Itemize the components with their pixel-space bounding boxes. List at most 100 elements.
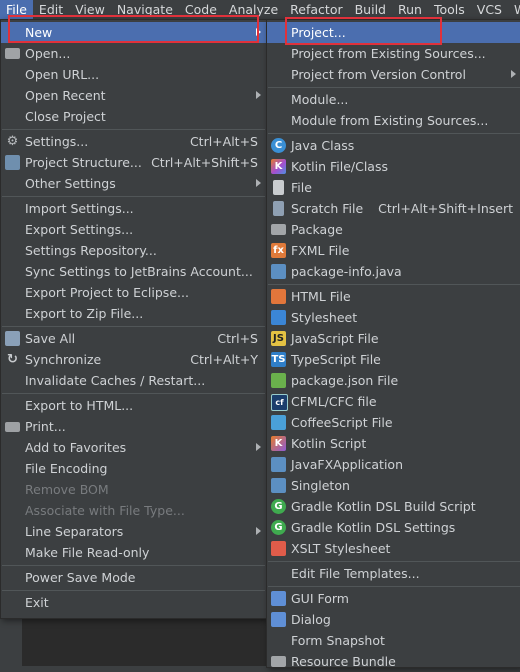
settings-repository-menu-item[interactable]: Settings Repository... bbox=[1, 240, 266, 261]
separator bbox=[2, 565, 265, 566]
dialog-label: Dialog bbox=[291, 612, 331, 627]
project-existing-menu-item[interactable]: Project from Existing Sources... bbox=[267, 43, 520, 64]
form-snapshot-label: Form Snapshot bbox=[291, 633, 385, 648]
gui-form-label: GUI Form bbox=[291, 591, 349, 606]
project-structure-menu-item[interactable]: Project Structure... Ctrl+Alt+Shift+S bbox=[1, 152, 266, 173]
open-menu-item[interactable]: Open... bbox=[1, 43, 266, 64]
separator bbox=[268, 284, 520, 285]
gui-form-menu-item[interactable]: GUI Form bbox=[267, 588, 520, 609]
remove-bom-menu-item[interactable]: Remove BOM bbox=[1, 479, 266, 500]
gradle-build-script-menu-item[interactable]: G Gradle Kotlin DSL Build Script bbox=[267, 496, 520, 517]
menu-edit[interactable]: Edit bbox=[33, 0, 69, 20]
edit-file-templates-menu-item[interactable]: Edit File Templates... bbox=[267, 563, 520, 584]
package-json-menu-item[interactable]: package.json File bbox=[267, 370, 520, 391]
settings-menu-item[interactable]: ⚙ Settings... Ctrl+Alt+S bbox=[1, 131, 266, 152]
package-menu-item[interactable]: Package bbox=[267, 219, 520, 240]
scratch-file-menu-item[interactable]: Scratch File Ctrl+Alt+Shift+Insert bbox=[267, 198, 520, 219]
javafx-icon bbox=[271, 457, 286, 472]
resource-bundle-icon bbox=[271, 656, 286, 667]
print-menu-item[interactable]: Print... bbox=[1, 416, 266, 437]
package-info-label: package-info.java bbox=[291, 264, 402, 279]
sync-settings-menu-item[interactable]: Sync Settings to JetBrains Account... bbox=[1, 261, 266, 282]
separator bbox=[2, 393, 265, 394]
export-eclipse-menu-item[interactable]: Export Project to Eclipse... bbox=[1, 282, 266, 303]
xslt-stylesheet-menu-item[interactable]: XSLT Stylesheet bbox=[267, 538, 520, 559]
invalidate-caches-menu-item[interactable]: Invalidate Caches / Restart... bbox=[1, 370, 266, 391]
printer-icon bbox=[5, 422, 20, 432]
scratch-file-icon bbox=[273, 201, 284, 216]
project-structure-icon bbox=[5, 155, 20, 170]
gradle-settings-menu-item[interactable]: G Gradle Kotlin DSL Settings bbox=[267, 517, 520, 538]
export-settings-menu-item[interactable]: Export Settings... bbox=[1, 219, 266, 240]
module-menu-item[interactable]: Module... bbox=[267, 89, 520, 110]
kotlin-script-menu-item[interactable]: K Kotlin Script bbox=[267, 433, 520, 454]
stylesheet-label: Stylesheet bbox=[291, 310, 358, 325]
associate-file-type-menu-item[interactable]: Associate with File Type... bbox=[1, 500, 266, 521]
resource-bundle-menu-item[interactable]: Resource Bundle bbox=[267, 651, 520, 672]
menu-bar: File Edit View Navigate Code Analyze Ref… bbox=[0, 0, 520, 21]
export-html-menu-item[interactable]: Export to HTML... bbox=[1, 395, 266, 416]
menu-analyze[interactable]: Analyze bbox=[223, 0, 284, 20]
synchronize-menu-item[interactable]: ↻ Synchronize Ctrl+Alt+Y bbox=[1, 349, 266, 370]
html-icon bbox=[271, 289, 286, 304]
sync-settings-label: Sync Settings to JetBrains Account... bbox=[25, 264, 253, 279]
save-all-menu-item[interactable]: Save All Ctrl+S bbox=[1, 328, 266, 349]
javascript-icon: JS bbox=[271, 331, 286, 346]
close-project-menu-item[interactable]: Close Project bbox=[1, 106, 266, 127]
fxml-file-menu-item[interactable]: fx FXML File bbox=[267, 240, 520, 261]
new-project-menu-item[interactable]: Project... bbox=[267, 22, 520, 43]
javascript-file-menu-item[interactable]: JS JavaScript File bbox=[267, 328, 520, 349]
javafx-application-menu-item[interactable]: JavaFXApplication bbox=[267, 454, 520, 475]
new-menu-item[interactable]: New bbox=[1, 22, 266, 43]
edit-file-templates-label: Edit File Templates... bbox=[291, 566, 420, 581]
menu-refactor[interactable]: Refactor bbox=[284, 0, 348, 20]
singleton-menu-item[interactable]: Singleton bbox=[267, 475, 520, 496]
html-file-menu-item[interactable]: HTML File bbox=[267, 286, 520, 307]
java-class-label: Java Class bbox=[291, 138, 355, 153]
open-recent-menu-item[interactable]: Open Recent bbox=[1, 85, 266, 106]
module-existing-menu-item[interactable]: Module from Existing Sources... bbox=[267, 110, 520, 131]
typescript-file-menu-item[interactable]: TS TypeScript File bbox=[267, 349, 520, 370]
export-zip-menu-item[interactable]: Export to Zip File... bbox=[1, 303, 266, 324]
stylesheet-menu-item[interactable]: Stylesheet bbox=[267, 307, 520, 328]
kotlin-icon: K bbox=[271, 159, 286, 174]
menu-file[interactable]: File bbox=[0, 0, 33, 20]
java-class-menu-item[interactable]: C Java Class bbox=[267, 135, 520, 156]
kotlin-class-menu-item[interactable]: K Kotlin File/Class bbox=[267, 156, 520, 177]
scratch-file-label: Scratch File bbox=[291, 201, 364, 216]
associate-file-type-label: Associate with File Type... bbox=[25, 503, 185, 518]
other-settings-menu-item[interactable]: Other Settings bbox=[1, 173, 266, 194]
settings-shortcut: Ctrl+Alt+S bbox=[189, 134, 258, 149]
menu-code[interactable]: Code bbox=[179, 0, 223, 20]
project-vcs-menu-item[interactable]: Project from Version Control bbox=[267, 64, 520, 85]
dialog-menu-item[interactable]: Dialog bbox=[267, 609, 520, 630]
javascript-file-label: JavaScript File bbox=[291, 331, 379, 346]
menu-run[interactable]: Run bbox=[392, 0, 428, 20]
java-file-icon bbox=[271, 264, 286, 279]
menu-vcs[interactable]: VCS bbox=[471, 0, 508, 20]
xslt-icon bbox=[271, 541, 286, 556]
menu-navigate[interactable]: Navigate bbox=[111, 0, 179, 20]
separator bbox=[2, 590, 265, 591]
read-only-menu-item[interactable]: Make File Read-only bbox=[1, 542, 266, 563]
file-menu-item[interactable]: File bbox=[267, 177, 520, 198]
refresh-icon: ↻ bbox=[7, 352, 18, 367]
menu-build[interactable]: Build bbox=[349, 0, 392, 20]
export-eclipse-label: Export Project to Eclipse... bbox=[25, 285, 189, 300]
import-settings-menu-item[interactable]: Import Settings... bbox=[1, 198, 266, 219]
package-info-menu-item[interactable]: package-info.java bbox=[267, 261, 520, 282]
exit-menu-item[interactable]: Exit bbox=[1, 592, 266, 613]
separator bbox=[2, 326, 265, 327]
menu-view[interactable]: View bbox=[69, 0, 111, 20]
open-url-menu-item[interactable]: Open URL... bbox=[1, 64, 266, 85]
add-favorites-menu-item[interactable]: Add to Favorites bbox=[1, 437, 266, 458]
form-snapshot-menu-item[interactable]: Form Snapshot bbox=[267, 630, 520, 651]
coffeescript-file-menu-item[interactable]: CoffeeScript File bbox=[267, 412, 520, 433]
menu-window[interactable]: Winc bbox=[508, 0, 520, 20]
project-vcs-label: Project from Version Control bbox=[291, 67, 466, 82]
file-encoding-menu-item[interactable]: File Encoding bbox=[1, 458, 266, 479]
line-separators-menu-item[interactable]: Line Separators bbox=[1, 521, 266, 542]
menu-tools[interactable]: Tools bbox=[428, 0, 471, 20]
power-save-menu-item[interactable]: Power Save Mode bbox=[1, 567, 266, 588]
cfml-file-menu-item[interactable]: cf CFML/CFC file bbox=[267, 391, 520, 412]
